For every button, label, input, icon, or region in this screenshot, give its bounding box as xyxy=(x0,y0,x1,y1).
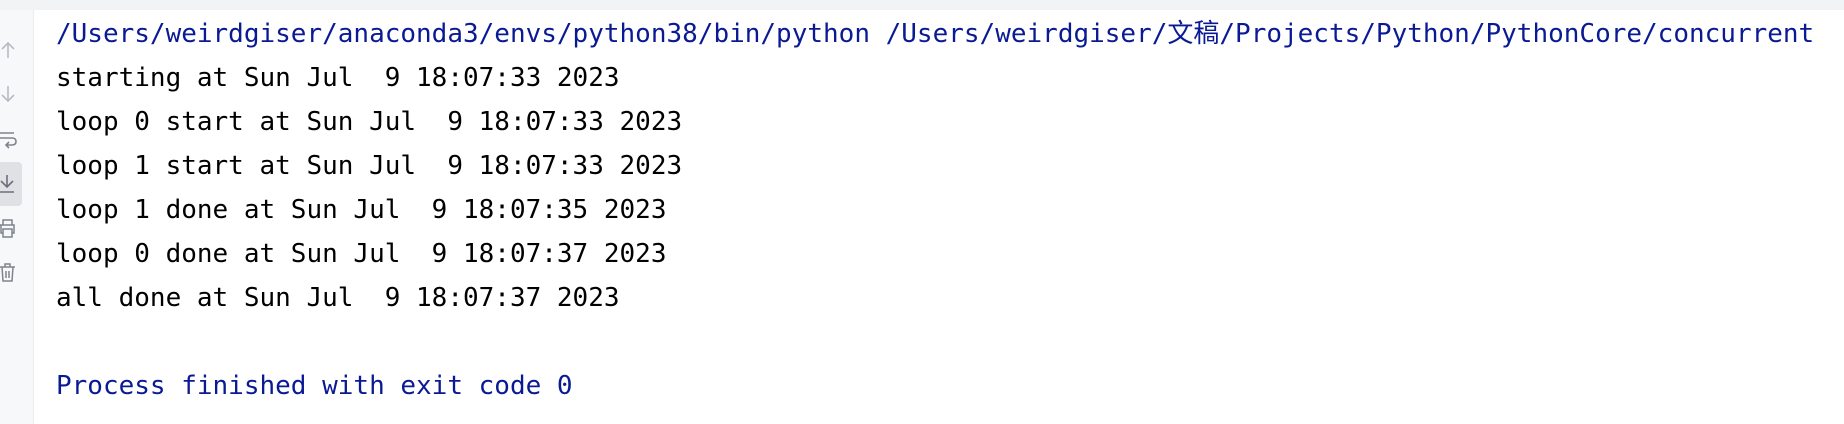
arrow-up-icon xyxy=(0,38,18,62)
output-line: all done at Sun Jul 9 18:07:37 2023 xyxy=(56,283,620,313)
top-edge xyxy=(0,0,1844,10)
output-line: starting at Sun Jul 9 18:07:33 2023 xyxy=(56,63,620,93)
print-button[interactable] xyxy=(0,206,22,250)
print-icon xyxy=(0,216,18,240)
scroll-to-end-icon xyxy=(0,172,18,196)
output-line: loop 0 done at Sun Jul 9 18:07:37 2023 xyxy=(56,239,667,269)
soft-wrap-button[interactable] xyxy=(0,116,22,160)
console-toolbar xyxy=(0,10,34,424)
output-line: loop 1 start at Sun Jul 9 18:07:33 2023 xyxy=(56,151,683,181)
clear-all-button[interactable] xyxy=(0,250,22,294)
output-line: loop 0 start at Sun Jul 9 18:07:33 2023 xyxy=(56,107,683,137)
run-console-window: /Users/weirdgiser/anaconda3/envs/python3… xyxy=(0,0,1844,424)
down-stack-trace-button[interactable] xyxy=(0,72,22,116)
console-output: /Users/weirdgiser/anaconda3/envs/python3… xyxy=(56,12,1844,408)
up-stack-trace-button[interactable] xyxy=(0,28,22,72)
exit-message: Process finished with exit code 0 xyxy=(56,371,573,401)
trash-icon xyxy=(0,260,18,284)
soft-wrap-icon xyxy=(0,126,18,150)
output-line: loop 1 done at Sun Jul 9 18:07:35 2023 xyxy=(56,195,667,225)
arrow-down-icon xyxy=(0,82,18,106)
command-line: /Users/weirdgiser/anaconda3/envs/python3… xyxy=(56,19,1815,49)
scroll-to-end-button[interactable] xyxy=(0,162,22,206)
